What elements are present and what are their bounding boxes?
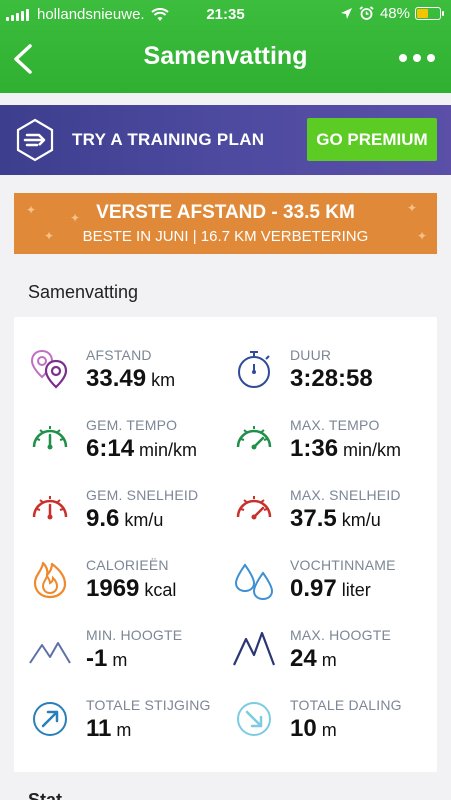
- stat-min-elevation: MIN. HOOGTE -1 m: [28, 627, 228, 687]
- stat-label: GEM. SNELHEID: [86, 487, 199, 503]
- stat-value: 0.97: [290, 575, 337, 602]
- record-banner: ✦ ✦ ✦ ✦ ✦ VERSTE AFSTAND - 33.5 KM BESTE…: [14, 193, 437, 254]
- summary-card: AFSTAND 33.49 km DUUR 3:28:58 GEM. TEMPO …: [14, 317, 437, 772]
- app-header: hollandsnieuwe. 21:35 48% Samenvatting: [0, 0, 451, 93]
- speedometer-green-icon: [236, 426, 272, 450]
- more-options-icon[interactable]: [397, 46, 437, 70]
- stat-avg-speed: GEM. SNELHEID 9.6 km/u: [28, 487, 228, 547]
- stat-value: 11: [86, 715, 112, 742]
- stat-unit: km/u: [341, 510, 381, 530]
- ascent-arrow-icon: [33, 702, 67, 736]
- descent-arrow-icon: [237, 702, 271, 736]
- stat-value: 3:28:58: [290, 365, 373, 392]
- stopwatch-icon: [238, 351, 270, 388]
- status-bar: hollandsnieuwe. 21:35 48%: [0, 0, 451, 30]
- stat-value: 10: [290, 715, 317, 742]
- stat-hydration: VOCHTINNAME 0.97 liter: [232, 557, 432, 617]
- sparkle-icon: ✦: [70, 211, 81, 225]
- stat-label: MAX. HOOGTE: [290, 627, 391, 643]
- nav-bar: Samenvatting: [0, 34, 451, 84]
- section-title: Samenvatting: [28, 282, 139, 302]
- stat-label: TOTALE STIJGING: [86, 697, 211, 713]
- water-drops-icon: [234, 563, 274, 601]
- stat-value: 24: [290, 645, 317, 672]
- premium-banner-label: TRY A TRAINING PLAN: [72, 130, 265, 149]
- training-plan-badge-icon: [16, 118, 54, 162]
- stat-value: 33.49: [86, 365, 147, 392]
- stat-unit: m: [321, 650, 337, 670]
- stat-label: AFSTAND: [86, 347, 152, 363]
- sparkle-icon: ✦: [406, 201, 417, 215]
- sparkle-icon: ✦: [416, 229, 427, 243]
- premium-banner[interactable]: TRY A TRAINING PLAN GO PREMIUM: [0, 105, 451, 175]
- mountain-low-icon: [29, 642, 71, 664]
- stat-value: -1: [86, 645, 108, 672]
- mountain-high-icon: [233, 631, 276, 666]
- stat-value: 1969: [86, 575, 140, 602]
- speedometer-red-icon: [32, 496, 68, 520]
- stat-total-descent: TOTALE DALING 10 m: [232, 697, 432, 757]
- record-subtitle: BESTE IN JUNI | 16.7 KM VERBETERING: [82, 228, 369, 245]
- stat-max-speed: MAX. SNELHEID 37.5 km/u: [232, 487, 432, 547]
- stat-label: GEM. TEMPO: [86, 417, 178, 433]
- stat-max-elevation: MAX. HOOGTE 24 m: [232, 627, 432, 687]
- next-section-title: Stat: [28, 790, 63, 800]
- speedometer-red-icon: [236, 496, 272, 520]
- stat-unit: km/u: [124, 510, 164, 530]
- speedometer-green-icon: [32, 426, 68, 450]
- location-arrow-icon: [340, 8, 352, 19]
- stat-value: 6:14: [86, 435, 135, 462]
- sparkle-icon: ✦: [26, 203, 37, 217]
- stat-total-ascent: TOTALE STIJGING 11 m: [28, 697, 228, 757]
- sparkle-icon: ✦: [44, 229, 55, 243]
- flame-icon: [33, 561, 67, 599]
- stat-unit: kcal: [144, 580, 177, 600]
- stat-value: 9.6: [86, 505, 120, 532]
- stat-unit: m: [116, 720, 132, 740]
- stat-max-pace: MAX. TEMPO 1:36 min/km: [232, 417, 432, 477]
- go-premium-button[interactable]: GO PREMIUM: [307, 118, 437, 161]
- stat-unit: liter: [341, 580, 371, 600]
- stat-unit: km: [151, 370, 176, 390]
- location-pins-icon: [30, 349, 68, 389]
- stat-label: MAX. TEMPO: [290, 417, 380, 433]
- stat-label: MAX. SNELHEID: [290, 487, 401, 503]
- stat-unit: m: [321, 720, 337, 740]
- stat-value: 37.5: [290, 505, 337, 532]
- stat-label: CALORIEËN: [86, 557, 169, 573]
- stat-label: VOCHTINNAME: [290, 557, 396, 573]
- battery-percent: 48%: [379, 5, 410, 22]
- stat-duration: DUUR 3:28:58: [232, 347, 432, 407]
- alarm-icon: [359, 6, 374, 20]
- battery-icon: [415, 7, 444, 20]
- page-title: Samenvatting: [143, 42, 308, 70]
- stat-avg-pace: GEM. TEMPO 6:14 min/km: [28, 417, 228, 477]
- stat-value: 1:36: [290, 435, 339, 462]
- stat-distance: AFSTAND 33.49 km: [28, 347, 228, 407]
- stat-label: TOTALE DALING: [290, 697, 402, 713]
- stat-unit: m: [112, 650, 128, 670]
- stat-calories: CALORIEËN 1969 kcal: [28, 557, 228, 617]
- stat-unit: min/km: [343, 440, 402, 460]
- stat-unit: min/km: [139, 440, 198, 460]
- stat-label: DUUR: [290, 347, 332, 363]
- stat-label: MIN. HOOGTE: [86, 627, 183, 643]
